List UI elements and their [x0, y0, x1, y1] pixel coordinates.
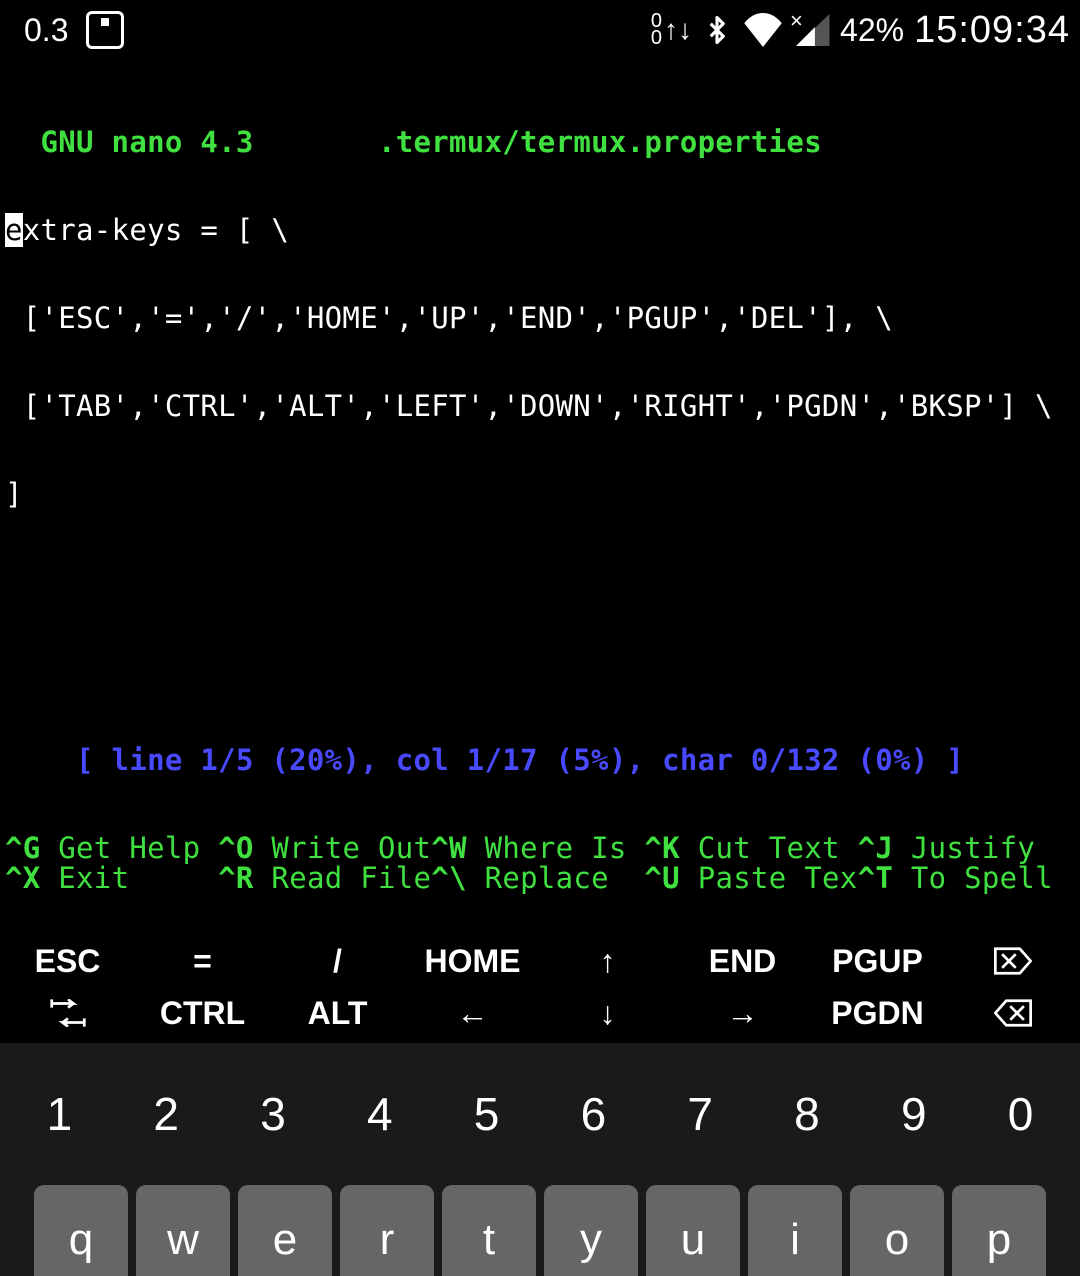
- extra-key-end[interactable]: END: [675, 943, 810, 980]
- extra-key-pgup[interactable]: PGUP: [810, 943, 945, 980]
- tab-icon: [49, 999, 87, 1027]
- extra-key-↑[interactable]: ↑: [540, 943, 675, 980]
- editor-line-3: ['TAB','CTRL','ALT','LEFT','DOWN','RIGHT…: [5, 392, 1075, 422]
- letter-key-y[interactable]: y: [544, 1185, 638, 1276]
- nano-title-file: .termux/termux.properties: [378, 125, 822, 159]
- wifi-icon: [742, 13, 784, 47]
- num-key-4[interactable]: 4: [330, 1087, 430, 1141]
- soft-keyboard: 1234567890 qwertyuiop asdfghjkl zxcvbnm …: [0, 1043, 1080, 1276]
- bluetooth-icon: [702, 12, 732, 48]
- nano-title-app: GNU nano 4.3: [5, 125, 254, 159]
- extra-key-pgdn[interactable]: PGDN: [810, 995, 945, 1032]
- backspace-icon: [994, 999, 1032, 1027]
- extra-key-↓[interactable]: ↓: [540, 995, 675, 1032]
- num-key-5[interactable]: 5: [437, 1087, 537, 1141]
- signal-icon: ×: [794, 14, 830, 46]
- extra-key-esc[interactable]: ESC: [0, 943, 135, 980]
- terminal-pane[interactable]: GNU nano 4.3 .termux/termux.properties e…: [0, 60, 1080, 923]
- extra-key-=[interactable]: =: [135, 943, 270, 980]
- editor-line-1: xtra-keys = [ \: [23, 213, 289, 247]
- nano-help-row: ^X Exit ^R Read File^\ Replace ^U Paste …: [5, 864, 1075, 894]
- extra-key-⇥[interactable]: [0, 999, 135, 1027]
- letter-key-w[interactable]: w: [136, 1185, 230, 1276]
- extra-key-→[interactable]: →: [675, 995, 810, 1032]
- letter-key-i[interactable]: i: [748, 1185, 842, 1276]
- status-clock: 15:09:34: [914, 9, 1070, 52]
- termux-extra-keys: ESC=/HOME↑ENDPGUP CTRLALT←↓→PGDN: [0, 923, 1080, 1043]
- delete-icon: [994, 947, 1032, 975]
- num-key-2[interactable]: 2: [116, 1087, 216, 1141]
- data-traffic-icon: 00↑↓: [651, 13, 692, 47]
- letter-key-t[interactable]: t: [442, 1185, 536, 1276]
- letter-key-o[interactable]: o: [850, 1185, 944, 1276]
- nano-help-row: ^G Get Help ^O Write Out^W Where Is ^K C…: [5, 834, 1075, 864]
- extra-key-⌫[interactable]: [945, 999, 1080, 1027]
- extra-key-/[interactable]: /: [270, 943, 405, 980]
- battery-percent: 42%: [840, 12, 904, 49]
- num-key-8[interactable]: 8: [757, 1087, 857, 1141]
- letter-key-p[interactable]: p: [952, 1185, 1046, 1276]
- session-indicator-icon: [86, 11, 124, 49]
- num-key-9[interactable]: 9: [864, 1087, 964, 1141]
- extra-key-ctrl[interactable]: CTRL: [135, 995, 270, 1032]
- num-key-6[interactable]: 6: [543, 1087, 643, 1141]
- letter-key-u[interactable]: u: [646, 1185, 740, 1276]
- letter-key-q[interactable]: q: [34, 1185, 128, 1276]
- extra-key-alt[interactable]: ALT: [270, 995, 405, 1032]
- cursor: e: [5, 213, 23, 247]
- editor-line-2: ['ESC','=','/','HOME','UP','END','PGUP',…: [5, 304, 1075, 334]
- num-key-0[interactable]: 0: [971, 1087, 1071, 1141]
- num-key-1[interactable]: 1: [9, 1087, 109, 1141]
- extra-key-←[interactable]: ←: [405, 995, 540, 1032]
- status-left-value: 0.3: [24, 12, 68, 49]
- letter-key-r[interactable]: r: [340, 1185, 434, 1276]
- editor-line-4: ]: [5, 480, 1075, 510]
- letter-key-e[interactable]: e: [238, 1185, 332, 1276]
- num-key-3[interactable]: 3: [223, 1087, 323, 1141]
- extra-key-⌦[interactable]: [945, 947, 1080, 975]
- nano-status-line: [ line 1/5 (20%), col 1/17 (5%), char 0/…: [5, 746, 1075, 776]
- num-key-7[interactable]: 7: [650, 1087, 750, 1141]
- extra-key-home[interactable]: HOME: [405, 943, 540, 980]
- status-bar: 0.3 00↑↓ × 42% 15:09:34: [0, 0, 1080, 60]
